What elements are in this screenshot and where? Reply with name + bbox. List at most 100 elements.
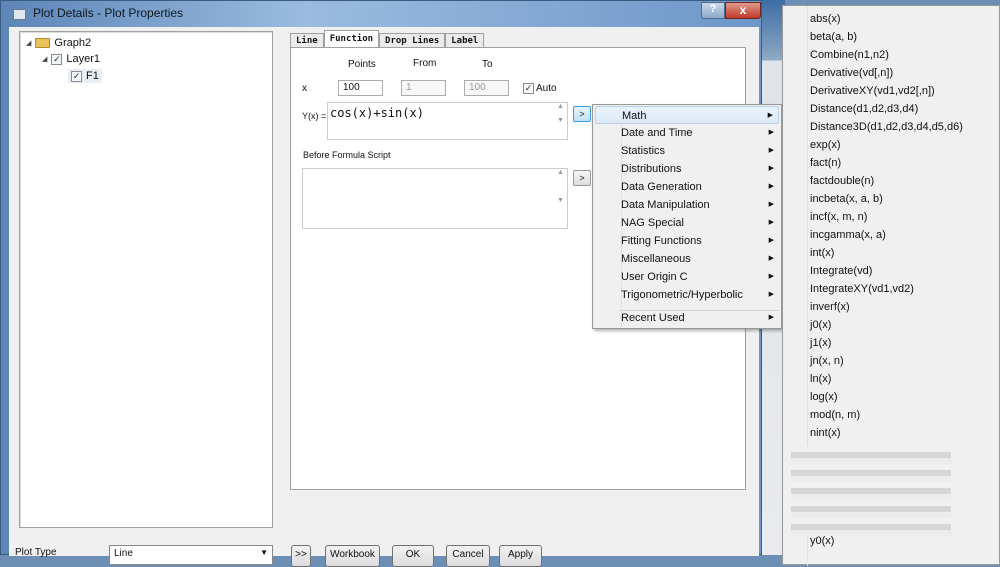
- plot-checkbox[interactable]: ✓: [71, 70, 82, 82]
- to-input[interactable]: 100: [464, 80, 509, 96]
- cancel-button[interactable]: Cancel: [446, 545, 490, 567]
- menu-item-label: Fitting Functions: [621, 235, 702, 247]
- formula-insert-button[interactable]: >: [573, 106, 591, 122]
- window-title: Plot Details - Plot Properties: [33, 6, 184, 20]
- formula-input[interactable]: cos(x)+sin(x) ▲ ▼: [327, 102, 568, 140]
- function-item[interactable]: incgamma(x, a): [810, 226, 886, 244]
- menu-item-label: Distributions: [621, 163, 682, 175]
- ok-button[interactable]: OK: [392, 545, 434, 567]
- points-label: Points: [348, 59, 376, 70]
- function-item[interactable]: Combine(n1,n2): [810, 46, 889, 64]
- submenu-arrow-icon: ▶: [768, 314, 774, 321]
- menu-item-miscellaneous[interactable]: Miscellaneous ▶: [595, 250, 779, 268]
- menu-item-data-manipulation[interactable]: Data Manipulation ▶: [595, 196, 779, 214]
- layer-checkbox[interactable]: ✓: [51, 53, 63, 65]
- tree-label: F1: [86, 70, 99, 82]
- function-item[interactable]: log(x): [810, 388, 838, 406]
- function-item[interactable]: ln(x): [810, 370, 831, 388]
- menu-item-trigonometric-hyperbolic[interactable]: Trigonometric/Hyperbolic ▶: [595, 286, 779, 304]
- submenu-arrow-icon: ▶: [768, 237, 774, 244]
- x-label: x: [302, 83, 307, 94]
- script-input[interactable]: ▲ ▼: [302, 168, 568, 229]
- submenu-arrow-icon: ▶: [768, 219, 774, 226]
- submenu-arrow-icon: ▶: [768, 201, 774, 208]
- menu-item-label: User Origin C: [621, 271, 688, 283]
- tab-label[interactable]: Label: [445, 33, 485, 48]
- submenu-arrow-icon: ▶: [768, 291, 774, 298]
- menu-item-label: Date and Time: [621, 127, 693, 139]
- apply-button[interactable]: Apply: [499, 545, 542, 567]
- workbook-button[interactable]: Workbook: [325, 545, 380, 567]
- expand-button[interactable]: >>: [291, 545, 311, 567]
- menu-item-nag-special[interactable]: NAG Special ▶: [595, 214, 779, 232]
- tree-label: Layer1: [66, 53, 101, 65]
- function-item[interactable]: j1(x): [810, 334, 831, 352]
- script-label: Before Formula Script: [303, 150, 391, 160]
- menu-item-statistics[interactable]: Statistics ▶: [595, 142, 779, 160]
- function-item[interactable]: abs(x): [810, 10, 841, 28]
- menu-item-label: NAG Special: [621, 217, 684, 229]
- tree-node-graph[interactable]: ◢ Graph2: [26, 37, 91, 49]
- collapse-icon[interactable]: ◢: [42, 55, 47, 63]
- submenu-arrow-icon: ▶: [768, 273, 774, 280]
- menu-item-label: Data Manipulation: [621, 199, 710, 211]
- menu-item-data-generation[interactable]: Data Generation ▶: [595, 178, 779, 196]
- points-input[interactable]: 100: [338, 80, 383, 96]
- submenu-arrow-icon: ▶: [768, 183, 774, 190]
- function-item[interactable]: exp(x): [810, 136, 841, 154]
- formula-scrollbar[interactable]: ▲ ▼: [554, 103, 567, 139]
- menu-item-date-and-time[interactable]: Date and Time ▶: [595, 124, 779, 142]
- function-item[interactable]: nint(x): [810, 424, 841, 442]
- menu-item-label: Math: [622, 110, 647, 122]
- title-bar[interactable]: Plot Details - Plot Properties ? x: [1, 1, 761, 27]
- function-category-menu: Math ▶ Date and Time ▶ Statistics ▶ Distributi…: [592, 104, 782, 329]
- tab-drop-lines[interactable]: Drop Lines: [379, 33, 446, 48]
- function-item[interactable]: jn(x, n): [810, 352, 844, 370]
- menu-item-label: Trigonometric/Hyperbolic: [621, 289, 743, 301]
- menu-item-user-origin-c[interactable]: User Origin C ▶: [595, 268, 779, 286]
- tree-node-layer[interactable]: ◢ ✓ Layer1: [42, 53, 100, 65]
- function-item[interactable]: int(x): [810, 244, 834, 262]
- help-button[interactable]: ?: [701, 2, 725, 19]
- collapse-icon[interactable]: ◢: [26, 39, 31, 47]
- plot-type-value: Line: [114, 548, 133, 559]
- from-input[interactable]: 1: [401, 80, 446, 96]
- function-item[interactable]: IntegrateXY(vd1,vd2): [810, 280, 914, 298]
- tree-node-plot[interactable]: ✓ F1: [68, 69, 102, 83]
- auto-checkbox[interactable]: ✓: [523, 83, 534, 94]
- blurred-region: [791, 446, 951, 536]
- function-item[interactable]: incbeta(x, a, b): [810, 190, 883, 208]
- function-item[interactable]: fact(n): [810, 154, 841, 172]
- y-label: Y(x) =: [302, 111, 327, 121]
- function-item[interactable]: Integrate(vd): [810, 262, 872, 280]
- menu-item-math[interactable]: Math ▶: [595, 106, 779, 124]
- submenu-arrow-icon: ▶: [768, 255, 774, 262]
- submenu-arrow-icon: ▶: [768, 129, 774, 136]
- submenu-arrow-icon: ▶: [767, 112, 773, 119]
- app-icon: [13, 9, 26, 20]
- function-item[interactable]: j0(x): [810, 316, 831, 334]
- plot-tree[interactable]: ◢ Graph2 ◢ ✓ Layer1 ✓ F1: [19, 31, 273, 528]
- script-insert-button[interactable]: >: [573, 170, 591, 186]
- function-item[interactable]: Derivative(vd[,n]): [810, 64, 893, 82]
- function-item[interactable]: factdouble(n): [810, 172, 874, 190]
- tab-line[interactable]: Line: [290, 33, 324, 48]
- auto-label: Auto: [536, 83, 557, 94]
- menu-item-distributions[interactable]: Distributions ▶: [595, 160, 779, 178]
- plot-type-select[interactable]: Line ▼: [109, 545, 273, 565]
- function-item[interactable]: beta(a, b): [810, 28, 857, 46]
- script-scrollbar[interactable]: ▲ ▼: [554, 169, 567, 228]
- close-button[interactable]: x: [725, 2, 761, 19]
- function-item[interactable]: Distance3D(d1,d2,d3,d4,d5,d6): [810, 118, 963, 136]
- menu-item-recent-used[interactable]: Recent Used ▶: [595, 309, 779, 327]
- function-item[interactable]: inverf(x): [810, 298, 850, 316]
- function-item[interactable]: mod(n, m): [810, 406, 860, 424]
- menu-item-fitting-functions[interactable]: Fitting Functions ▶: [595, 232, 779, 250]
- menu-item-label: Statistics: [621, 145, 666, 157]
- folder-icon: [35, 38, 51, 48]
- function-item[interactable]: Distance(d1,d2,d3,d4): [810, 100, 918, 118]
- function-item[interactable]: DerivativeXY(vd1,vd2[,n]): [810, 82, 935, 100]
- tab-bar: Line Function Drop Lines Label: [290, 30, 485, 49]
- from-label: From: [413, 58, 437, 69]
- function-item[interactable]: incf(x, m, n): [810, 208, 867, 226]
